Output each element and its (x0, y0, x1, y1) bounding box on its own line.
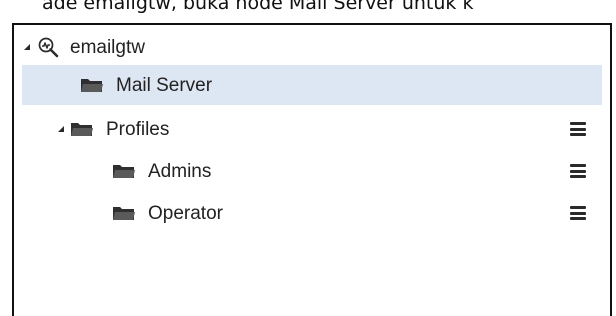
tree-item-mail-server[interactable]: Mail Server (22, 65, 602, 105)
collapse-toggle-icon[interactable] (56, 124, 66, 134)
profiles-menu-icon[interactable] (570, 122, 586, 136)
tree-panel: emailgtw Mail Server Profiles Admins Ope… (12, 23, 612, 316)
folder-icon (112, 160, 136, 182)
caption-text: ade emailgtw, buka node Mail Server untu… (42, 0, 474, 14)
collapse-toggle-icon[interactable] (22, 42, 32, 52)
screenshot-page: ade emailgtw, buka node Mail Server untu… (0, 0, 616, 316)
folder-icon (80, 74, 104, 96)
gateway-search-icon (36, 36, 60, 58)
tree-root-row[interactable]: emailgtw (22, 27, 602, 67)
admins-menu-icon[interactable] (570, 164, 586, 178)
tree-root-label: emailgtw (70, 36, 145, 58)
tree-item-profiles[interactable]: Profiles (22, 109, 602, 149)
folder-icon (112, 202, 136, 224)
operator-menu-icon[interactable] (570, 206, 586, 220)
tree-item-admins[interactable]: Admins (22, 151, 602, 191)
folder-icon (70, 118, 94, 140)
tree-item-label: Profiles (106, 118, 170, 140)
tree-item-label: Operator (148, 202, 223, 224)
tree-item-label: Mail Server (116, 74, 213, 96)
tree-item-label: Admins (148, 160, 212, 182)
tree-item-operator[interactable]: Operator (22, 193, 602, 233)
